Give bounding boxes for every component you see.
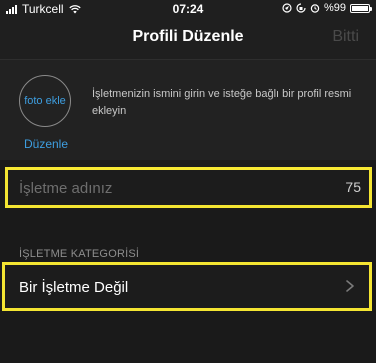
- done-button[interactable]: Bitti: [332, 28, 359, 46]
- chevron-right-icon: [346, 280, 354, 292]
- category-section-header: İŞLETME KATEGORİSİ: [19, 248, 140, 260]
- edit-photo-link[interactable]: Düzenle: [21, 137, 71, 151]
- status-bar-right: %99: [282, 2, 372, 14]
- business-name-input[interactable]: [19, 178, 319, 198]
- status-bar: Turkcell 07:24 %99: [0, 0, 376, 18]
- profile-hint-text: İşletmenizin ismini girin ve isteğe bağl…: [92, 88, 352, 117]
- category-value: Bir İşletme Değil: [19, 279, 129, 296]
- business-name-row: 75: [5, 167, 372, 208]
- battery-percent: %99: [323, 2, 346, 14]
- navigation-bar: Profili Düzenle Bitti: [0, 18, 376, 60]
- page-title: Profili Düzenle: [132, 28, 244, 45]
- add-photo-button[interactable]: foto ekle: [19, 75, 71, 127]
- battery-level-fill: [352, 5, 368, 11]
- alarm-icon: [310, 4, 320, 13]
- location-icon: [282, 3, 292, 13]
- profile-section: foto ekle Düzenle İşletmenizin ismini gi…: [0, 60, 376, 160]
- lock-rotation-icon: [296, 3, 306, 13]
- empty-area: [0, 311, 376, 363]
- add-photo-label: foto ekle: [24, 95, 66, 107]
- character-counter: 75: [345, 179, 361, 195]
- edit-profile-screen: Turkcell 07:24 %99 Profili Düzenle Bitti…: [0, 0, 376, 363]
- battery-icon: [350, 3, 372, 13]
- business-category-row[interactable]: Bir İşletme Değil: [2, 262, 372, 311]
